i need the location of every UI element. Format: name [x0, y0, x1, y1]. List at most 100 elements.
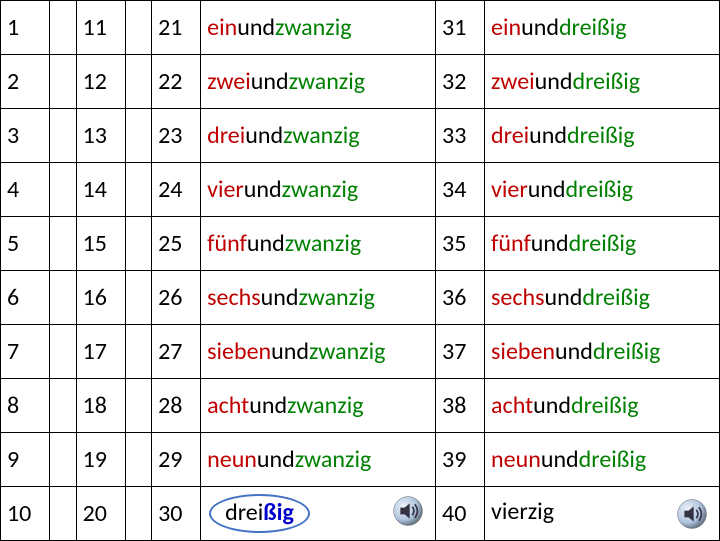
col-1-blank — [50, 271, 77, 325]
col-4-word: neununddreißig — [485, 433, 720, 487]
col-3-number: 27 — [152, 325, 201, 379]
number: 26 — [158, 283, 182, 312]
col-3-word: dreißig — [201, 487, 436, 541]
number: 18 — [83, 391, 107, 420]
mid: und — [555, 337, 593, 366]
mid: und — [237, 13, 275, 42]
prefix: zwei — [207, 67, 251, 96]
table-row: 41424vierundzwanzig34vierunddreißig — [1, 163, 720, 217]
number: 37 — [442, 337, 466, 366]
col-2-number: 14 — [76, 163, 125, 217]
number: 9 — [7, 445, 19, 474]
col-2-blank — [125, 325, 152, 379]
number: 2 — [7, 67, 19, 96]
prefix: drei — [207, 121, 245, 150]
col-1-number: 8 — [1, 379, 50, 433]
number: 6 — [7, 283, 19, 312]
col-1-number: 4 — [1, 163, 50, 217]
col-4-word: siebenunddreißig — [485, 325, 720, 379]
col-1-blank — [50, 487, 77, 541]
prefix: neun — [207, 445, 257, 474]
number: 36 — [442, 283, 466, 312]
speaker-icon[interactable] — [675, 497, 709, 531]
mid: und — [535, 67, 573, 96]
col-1-number: 5 — [1, 217, 50, 271]
col-2-blank — [125, 271, 152, 325]
table-row: 21222zweiundzwanzig32zweiunddreißig — [1, 55, 720, 109]
circled-word: dreißig — [209, 494, 310, 533]
col-2-blank — [125, 163, 152, 217]
mid: und — [529, 121, 567, 150]
number: 29 — [158, 445, 182, 474]
number: 23 — [158, 121, 182, 150]
mid: und — [249, 391, 287, 420]
table-row: 51525fünfundzwanzig35fünfunddreißig — [1, 217, 720, 271]
col-1-number: 10 — [1, 487, 50, 541]
col-2-blank — [125, 379, 152, 433]
mid: und — [247, 229, 285, 258]
col-4-number: 39 — [436, 433, 485, 487]
col-4-number: 33 — [436, 109, 485, 163]
number: 12 — [83, 67, 107, 96]
number: 14 — [83, 175, 107, 204]
col-2-blank — [125, 109, 152, 163]
col-4-word: einunddreißig — [485, 1, 720, 55]
number: 16 — [83, 283, 107, 312]
col-2-number: 15 — [76, 217, 125, 271]
col-3-number: 25 — [152, 217, 201, 271]
col-4-number: 37 — [436, 325, 485, 379]
col-4-word: dreiunddreißig — [485, 109, 720, 163]
col-2-blank — [125, 55, 152, 109]
col-4-word: vierzig — [485, 487, 720, 541]
number: 3 — [7, 121, 19, 150]
prefix: ein — [491, 13, 521, 42]
number: 10 — [7, 499, 31, 528]
col-4-number: 38 — [436, 379, 485, 433]
mid: und — [251, 67, 289, 96]
col-3-word: sechsundzwanzig — [201, 271, 436, 325]
prefix: sieben — [207, 337, 271, 366]
number: 40 — [442, 499, 466, 528]
col-3-number: 26 — [152, 271, 201, 325]
col-3-number: 28 — [152, 379, 201, 433]
col-2-number: 13 — [76, 109, 125, 163]
col-2-number: 12 — [76, 55, 125, 109]
suffix: dreißig — [593, 337, 661, 366]
number: 35 — [442, 229, 466, 258]
suffix: dreißig — [571, 391, 639, 420]
col-3-word: zweiundzwanzig — [201, 55, 436, 109]
number: 30 — [158, 499, 182, 528]
suffix: dreißig — [569, 229, 637, 258]
suffix: zwanzig — [289, 67, 366, 96]
table-row: 6 16 26 sechsundzwanzig36 sechsunddreißig — [1, 271, 720, 325]
prefix: ein — [207, 13, 237, 42]
col-2-blank — [125, 1, 152, 55]
col-4-word: sechsunddreißig — [485, 271, 720, 325]
suffix: dreißig — [582, 283, 650, 312]
col-2-number: 11 — [76, 1, 125, 55]
col-2-number: 20 — [76, 487, 125, 541]
col-1-number: 3 — [1, 109, 50, 163]
prefix: fünf — [207, 229, 247, 258]
suffix: dreißig — [579, 445, 647, 474]
mid: und — [541, 445, 579, 474]
table-row: 10 20 30 dreißig 40 vierzig — [1, 487, 720, 541]
col-1-blank — [50, 379, 77, 433]
number: 20 — [83, 499, 107, 528]
number: 13 — [83, 121, 107, 150]
col-4-number: 32 — [436, 55, 485, 109]
prefix: fünf — [491, 229, 531, 258]
number: 7 — [7, 337, 19, 366]
number: 11 — [83, 13, 107, 42]
col-4-number: 40 — [436, 487, 485, 541]
col-2-number: 16 — [76, 271, 125, 325]
speaker-icon[interactable] — [391, 494, 425, 528]
col-4-word: zweiunddreißig — [485, 55, 720, 109]
col-1-blank — [50, 433, 77, 487]
col-1-number: 9 — [1, 433, 50, 487]
number: 33 — [442, 121, 466, 150]
mid: und — [528, 175, 566, 204]
number: 21 — [158, 13, 182, 42]
suffix: zwanzig — [275, 13, 352, 42]
suffix: zwanzig — [287, 391, 364, 420]
